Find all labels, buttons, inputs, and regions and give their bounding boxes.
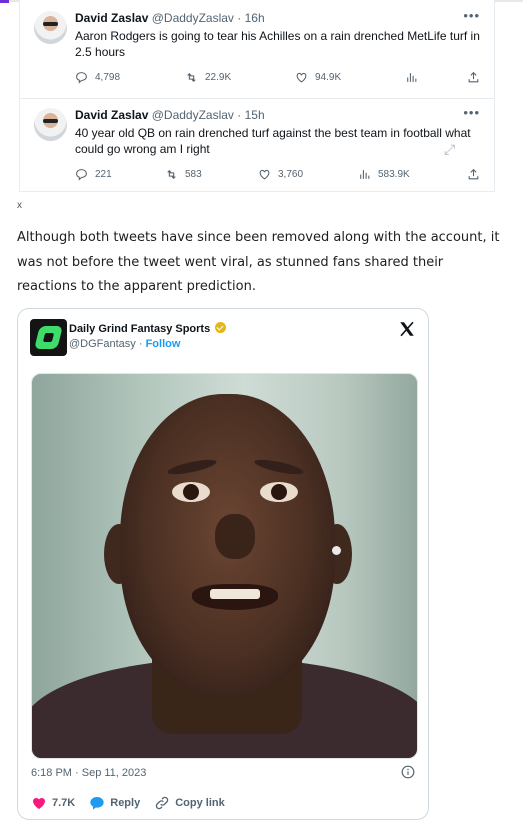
retweet-count: 583 (185, 169, 202, 180)
tweet-text: Aaron Rodgers is going to tear his Achil… (75, 29, 480, 59)
reply-icon (76, 72, 87, 84)
reply-count: 221 (95, 169, 112, 180)
top-accent (0, 0, 9, 3)
reply-stat: 4,798 (75, 71, 120, 84)
expand-icon: ⤢ (444, 141, 456, 157)
reply-label: Reply (110, 797, 141, 809)
follow-link[interactable]: Follow (146, 338, 181, 350)
reply-button[interactable]: Reply (89, 795, 140, 811)
embed-actions: 7.7K Reply Copy link (31, 795, 239, 811)
copy-link-button[interactable]: Copy link (154, 795, 225, 811)
account-handle[interactable]: @DGFantasy (69, 338, 136, 350)
heart-icon (296, 72, 307, 83)
views-icon (360, 170, 370, 179)
account-info: Daily Grind Fantasy Sports @DGFantasy · … (69, 322, 227, 352)
share-stat (467, 168, 480, 181)
tweet-author-name: David Zaslav (75, 11, 149, 25)
share-icon (468, 168, 479, 180)
like-stat: 3,760 (258, 168, 303, 181)
handle-separator: · (135, 338, 146, 350)
retweet-icon (167, 169, 176, 180)
copy-link-label: Copy link (175, 797, 225, 809)
tweet-author-handle: @DaddyZaslav · 15h (151, 108, 265, 122)
reply-stat: 221 (75, 168, 112, 181)
tweet-actions: 4,798 22.9K 94.9K (75, 71, 483, 85)
tweet-actions: 221 583 3,760 583.9K (75, 168, 483, 182)
verified-badge-icon (215, 322, 227, 333)
share-icon (468, 71, 479, 83)
article-paragraph: Although both tweets have since been rem… (17, 230, 500, 294)
close-caption-button[interactable]: x (17, 200, 22, 211)
tweet: David Zaslav @DaddyZaslav · 16h ••• Aaro… (20, 0, 494, 99)
like-count: 7.7K (52, 797, 76, 809)
retweet-icon (187, 72, 196, 83)
share-stat (467, 71, 480, 84)
avatar (34, 108, 67, 141)
more-icon: ••• (463, 8, 480, 23)
reply-bubble-icon (90, 797, 104, 810)
tweet: David Zaslav @DaddyZaslav · 15h ••• 40 y… (20, 97, 494, 195)
like-count: 94.9K (315, 72, 342, 83)
like-button[interactable]: 7.7K (31, 795, 75, 811)
reply-icon (76, 169, 87, 181)
more-icon: ••• (463, 105, 480, 120)
views-stat (405, 71, 418, 84)
tweet-timestamp[interactable]: 6:18 PM · Sep 11, 2023 (31, 767, 146, 779)
views-icon (407, 73, 417, 82)
info-icon[interactable] (401, 765, 415, 779)
tweet-photo[interactable] (31, 373, 418, 759)
x-logo-icon[interactable] (398, 320, 416, 338)
brand-logo-icon[interactable] (30, 319, 67, 356)
tweet-text: 40 year old QB on rain drenched turf aga… (75, 126, 471, 156)
retweet-stat: 583 (165, 168, 202, 181)
retweet-count: 22.9K (205, 72, 232, 83)
embedded-tweet[interactable]: Daily Grind Fantasy Sports @DGFantasy · … (17, 308, 429, 820)
reply-count: 4,798 (95, 72, 121, 83)
link-icon (155, 796, 169, 810)
views-count: 583.9K (378, 169, 410, 180)
tweet-author-handle: @DaddyZaslav · 16h (151, 11, 265, 25)
views-stat: 583.9K (358, 168, 410, 181)
tweet-header: David Zaslav @DaddyZaslav · 15h (75, 108, 265, 122)
tweet-screenshot-image: David Zaslav @DaddyZaslav · 16h ••• Aaro… (19, 0, 495, 192)
like-stat: 94.9K (295, 71, 341, 84)
tweet-header: David Zaslav @DaddyZaslav · 16h (75, 11, 265, 25)
retweet-stat: 22.9K (185, 71, 231, 84)
heart-icon (33, 797, 45, 809)
tweet-author-name: David Zaslav (75, 108, 149, 122)
account-name[interactable]: Daily Grind Fantasy Sports (69, 323, 210, 335)
avatar (34, 11, 67, 44)
like-count: 3,760 (278, 169, 304, 180)
heart-icon (259, 169, 270, 180)
